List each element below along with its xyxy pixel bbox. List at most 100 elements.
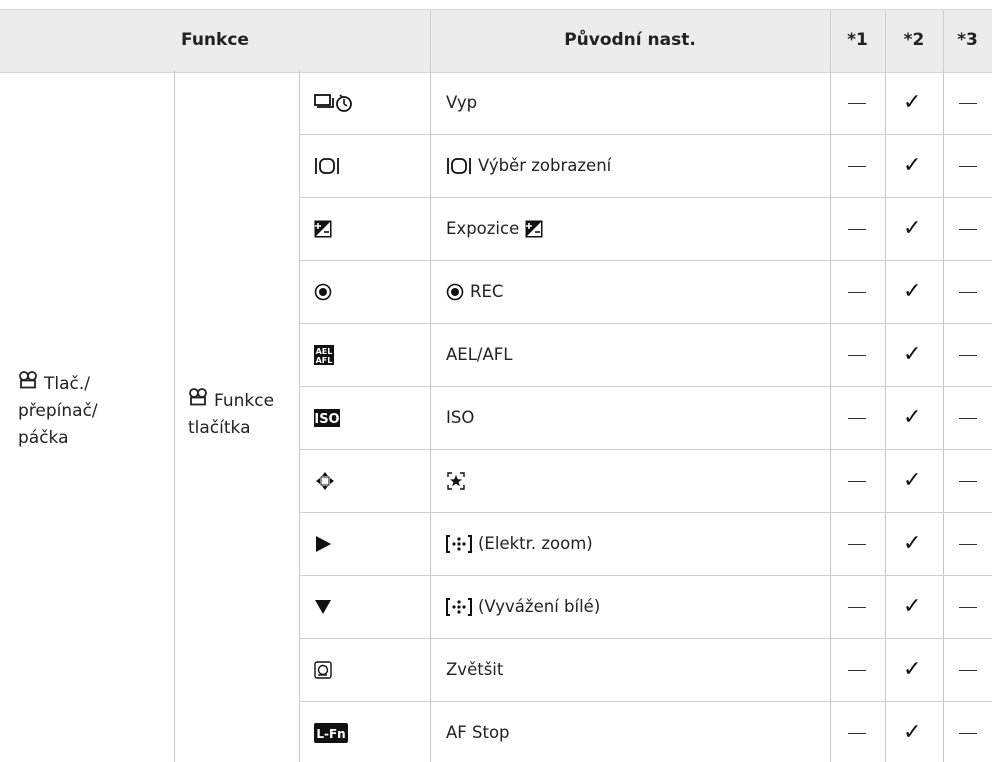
col3-dash xyxy=(959,480,977,482)
ael-afl-icon: AEL AFL xyxy=(314,343,334,367)
group-label-button-dial-lever: Tlač./ přepínač/ páčka xyxy=(18,371,168,452)
group-label-button-function: Funkce tlačítka xyxy=(188,388,298,442)
sequential-self-timer-icon xyxy=(314,91,354,115)
row-divider xyxy=(299,449,992,450)
row-divider xyxy=(299,323,992,324)
default-value-text: Vyp xyxy=(446,93,478,112)
display-selection-icon xyxy=(446,157,472,175)
divider xyxy=(299,71,300,762)
col3-dash xyxy=(959,732,977,734)
exposure-compensation-icon xyxy=(314,217,332,241)
divider xyxy=(943,71,944,762)
col3-dash xyxy=(959,417,977,419)
col3-dash xyxy=(959,354,977,356)
col2-checkmark: ✓ xyxy=(903,278,922,304)
col3-dash xyxy=(959,543,977,545)
svg-text:ISO: ISO xyxy=(314,412,339,427)
default-value-text: AEL/AFL xyxy=(446,345,513,364)
col1-dash xyxy=(848,354,866,356)
row-divider xyxy=(299,701,992,702)
default-value-text: (Elektr. zoom) xyxy=(478,534,593,553)
down-triangle-icon xyxy=(314,595,332,619)
group1-line2: přepínač/ xyxy=(18,401,98,421)
col1-dash xyxy=(848,102,866,104)
af-target-icon xyxy=(446,471,466,491)
row-divider xyxy=(299,134,992,135)
magnify-icon xyxy=(314,658,332,682)
default-value-text: AF Stop xyxy=(446,723,510,742)
divider xyxy=(430,10,431,71)
col3-dash xyxy=(959,669,977,671)
col1-dash xyxy=(848,543,866,545)
col2-checkmark: ✓ xyxy=(903,152,922,178)
col2-checkmark: ✓ xyxy=(903,215,922,241)
default-value-cell: Expozice xyxy=(446,216,549,242)
col2-checkmark: ✓ xyxy=(903,404,922,430)
default-value-text: REC xyxy=(470,282,504,301)
col2-checkmark: ✓ xyxy=(903,656,922,682)
divider xyxy=(430,71,431,762)
col1-dash xyxy=(848,228,866,230)
col3-dash xyxy=(959,102,977,104)
multi-function-icon xyxy=(446,534,472,554)
rec-icon xyxy=(446,283,464,301)
col2-checkmark: ✓ xyxy=(903,89,922,115)
rec-icon xyxy=(314,280,332,304)
header-puvodni: Původní nast. xyxy=(564,30,696,50)
col3-dash xyxy=(959,228,977,230)
header-col-1: *1 xyxy=(847,30,868,50)
default-value-text: Zvětšit xyxy=(446,660,504,679)
header-col-2: *2 xyxy=(903,30,925,50)
default-value-text: (Vyvážení bílé) xyxy=(478,597,601,616)
col1-dash xyxy=(848,417,866,419)
default-value-cell: AF Stop xyxy=(446,720,510,746)
col2-checkmark: ✓ xyxy=(903,530,922,556)
group1-line3: páčka xyxy=(18,428,69,448)
header-col-3: *3 xyxy=(957,30,978,50)
svg-text:L-Fn: L-Fn xyxy=(316,727,345,741)
svg-text:AFL: AFL xyxy=(316,356,333,365)
header-funkce: Funkce xyxy=(181,30,249,50)
col2-checkmark: ✓ xyxy=(903,467,922,493)
col1-dash xyxy=(848,291,866,293)
col3-dash xyxy=(959,606,977,608)
row-divider xyxy=(299,386,992,387)
row-divider xyxy=(299,260,992,261)
row-divider xyxy=(299,638,992,639)
col1-dash xyxy=(848,732,866,734)
divider xyxy=(830,71,831,762)
default-value-cell: (Vyvážení bílé) xyxy=(446,594,600,620)
divider xyxy=(830,10,831,71)
default-value-cell: Vyp xyxy=(446,90,477,116)
row-divider xyxy=(299,575,992,576)
row-divider xyxy=(299,197,992,198)
movie-icon xyxy=(188,388,208,406)
group2-line1: Funkce xyxy=(214,391,275,411)
play-right-icon xyxy=(314,532,332,556)
col3-dash xyxy=(959,291,977,293)
default-value-cell: REC xyxy=(446,279,503,305)
default-value-cell: ISO xyxy=(446,405,474,431)
default-value-text: Expozice xyxy=(446,219,520,238)
default-value-cell xyxy=(446,468,472,494)
col2-checkmark: ✓ xyxy=(903,719,922,745)
divider xyxy=(885,71,886,762)
default-value-text: Výběr zobrazení xyxy=(478,156,612,175)
default-value-cell: Výběr zobrazení xyxy=(446,153,611,179)
default-value-cell: AEL/AFL xyxy=(446,342,512,368)
multi-function-icon xyxy=(446,597,472,617)
group2-line2: tlačítka xyxy=(188,418,251,438)
default-value-text: ISO xyxy=(446,408,475,427)
row-divider xyxy=(299,512,992,513)
display-selection-icon xyxy=(314,154,340,178)
svg-text:AEL: AEL xyxy=(316,347,333,356)
default-value-cell: Zvětšit xyxy=(446,657,503,683)
divider xyxy=(174,71,175,762)
col2-checkmark: ✓ xyxy=(903,593,922,619)
l-fn-icon: L-Fn xyxy=(314,721,348,745)
default-value-cell: (Elektr. zoom) xyxy=(446,531,593,557)
col1-dash xyxy=(848,480,866,482)
group1-line1: Tlač./ xyxy=(44,374,91,394)
movie-icon xyxy=(18,371,38,389)
col2-checkmark: ✓ xyxy=(903,341,922,367)
